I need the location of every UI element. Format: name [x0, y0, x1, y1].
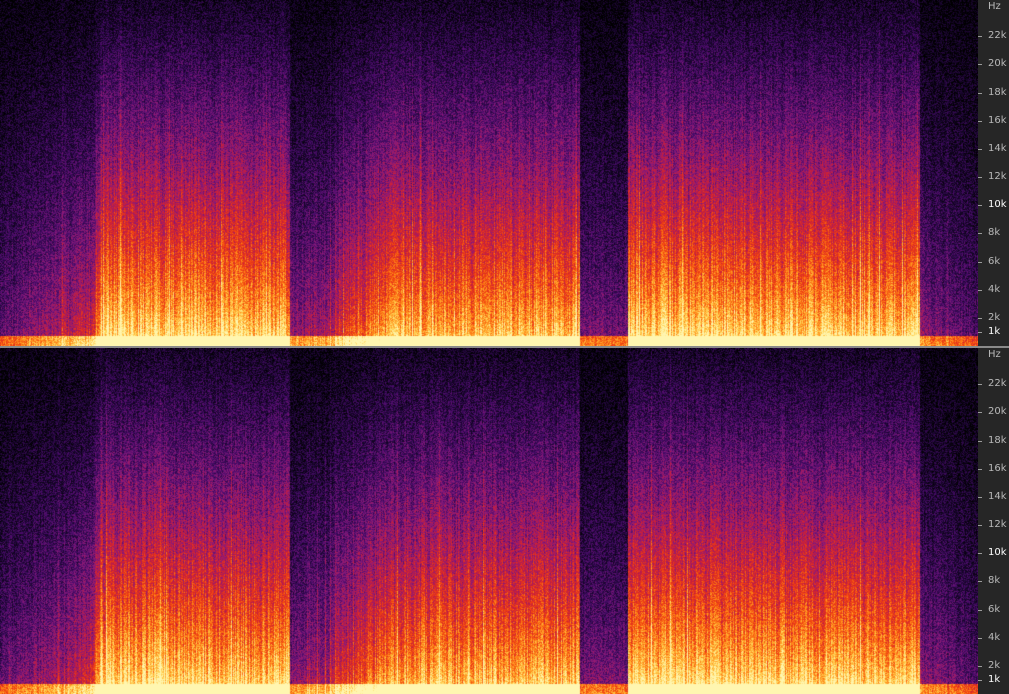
tick-mark: [978, 637, 982, 639]
freq-tick: 10k: [978, 547, 1009, 559]
freq-tick: 22k: [978, 30, 1009, 42]
tick-mark: [978, 64, 982, 66]
freq-tick: 20k: [978, 58, 1009, 70]
tick-label: 2k: [988, 311, 1001, 323]
freq-tick: 18k: [978, 435, 1009, 447]
tick-mark: [978, 289, 982, 291]
tick-mark: [978, 331, 982, 333]
spectrogram-canvas-bottom[interactable]: [0, 348, 978, 694]
freq-tick: 22k: [978, 378, 1009, 390]
channel-top[interactable]: Hz 22k 20k 18k 16k 14k 12k 10k 8k 6k 4k 2k 1k: [0, 0, 1009, 346]
tick-label: 22k: [988, 30, 1007, 42]
tick-mark: [978, 120, 982, 122]
tick-label: 1k: [988, 325, 1001, 337]
freq-tick: 6k: [978, 256, 1009, 268]
tick-label: 12k: [988, 519, 1007, 530]
tick-label: 10k: [988, 199, 1007, 211]
freq-tick: 16k: [978, 115, 1009, 127]
tick-label: 20k: [988, 58, 1007, 70]
tick-label: 8k: [988, 575, 1001, 587]
tick-label: 18k: [988, 86, 1007, 98]
tick-mark: [978, 177, 982, 178]
tick-label: 4k: [988, 283, 1001, 295]
tick-label: 16k: [988, 114, 1007, 126]
freq-tick: 1k: [978, 326, 1009, 338]
spectrogram-window: Hz 22k 20k 18k 16k 14k 12k 10k 8k 6k 4k 2k 1k Hz 22…: [0, 0, 1009, 694]
tick-mark: [978, 679, 982, 681]
freq-tick: 20k: [978, 406, 1009, 418]
freq-tick: 14k: [978, 143, 1009, 155]
tick-label: 6k: [988, 603, 1001, 615]
axis-unit-label: Hz: [988, 1, 1001, 12]
freq-tick: 18k: [978, 87, 1009, 99]
tick-label: 14k: [988, 142, 1007, 154]
tick-mark: [978, 553, 982, 555]
freq-tick: 8k: [978, 227, 1009, 239]
tick-mark: [978, 496, 982, 498]
tick-mark: [978, 205, 982, 207]
tick-label: 1k: [988, 673, 1001, 685]
tick-label: 6k: [988, 255, 1001, 267]
freq-tick: 10k: [978, 199, 1009, 211]
freq-tick: 14k: [978, 491, 1009, 503]
tick-mark: [978, 581, 982, 583]
freq-tick: 2k: [978, 660, 1009, 672]
tick-label: 22k: [988, 378, 1007, 390]
tick-label: 14k: [988, 490, 1007, 502]
freq-tick: 1k: [978, 674, 1009, 686]
tick-mark: [978, 665, 982, 667]
tick-mark: [978, 468, 982, 470]
freq-tick: 12k: [978, 519, 1009, 531]
tick-mark: [978, 36, 982, 38]
freq-tick: 2k: [978, 312, 1009, 324]
tick-mark: [978, 609, 982, 611]
freq-tick: 4k: [978, 632, 1009, 644]
freq-tick: 12k: [978, 171, 1009, 183]
tick-mark: [978, 440, 982, 442]
tick-mark: [978, 317, 982, 319]
tick-mark: [978, 412, 982, 414]
tick-label: 8k: [988, 227, 1001, 239]
tick-label: 10k: [988, 547, 1007, 559]
tick-label: 20k: [988, 406, 1007, 418]
frequency-axis-bottom: Hz 22k 20k 18k 16k 14k 12k 10k 8k 6k 4k 2k 1k: [978, 348, 1009, 694]
tick-label: 18k: [988, 434, 1007, 446]
tick-label: 2k: [988, 659, 1001, 671]
tick-mark: [978, 384, 982, 386]
tick-mark: [978, 148, 982, 150]
tick-mark: [978, 233, 982, 235]
tick-mark: [978, 261, 982, 263]
freq-tick: 4k: [978, 284, 1009, 296]
tick-label: 4k: [988, 631, 1001, 643]
spectrogram-canvas-top[interactable]: [0, 0, 978, 346]
freq-tick: 6k: [978, 604, 1009, 616]
freq-tick: 16k: [978, 463, 1009, 475]
frequency-axis-top: Hz 22k 20k 18k 16k 14k 12k 10k 8k 6k 4k 2k 1k: [978, 0, 1009, 346]
tick-mark: [978, 92, 982, 94]
axis-unit-label: Hz: [988, 349, 1001, 360]
channel-bottom[interactable]: Hz 22k 20k 18k 16k 14k 12k 10k 8k 6k 4k 2k 1k: [0, 348, 1009, 694]
tick-label: 12k: [988, 171, 1007, 182]
freq-tick: 8k: [978, 575, 1009, 587]
tick-label: 16k: [988, 462, 1007, 474]
tick-mark: [978, 525, 982, 526]
